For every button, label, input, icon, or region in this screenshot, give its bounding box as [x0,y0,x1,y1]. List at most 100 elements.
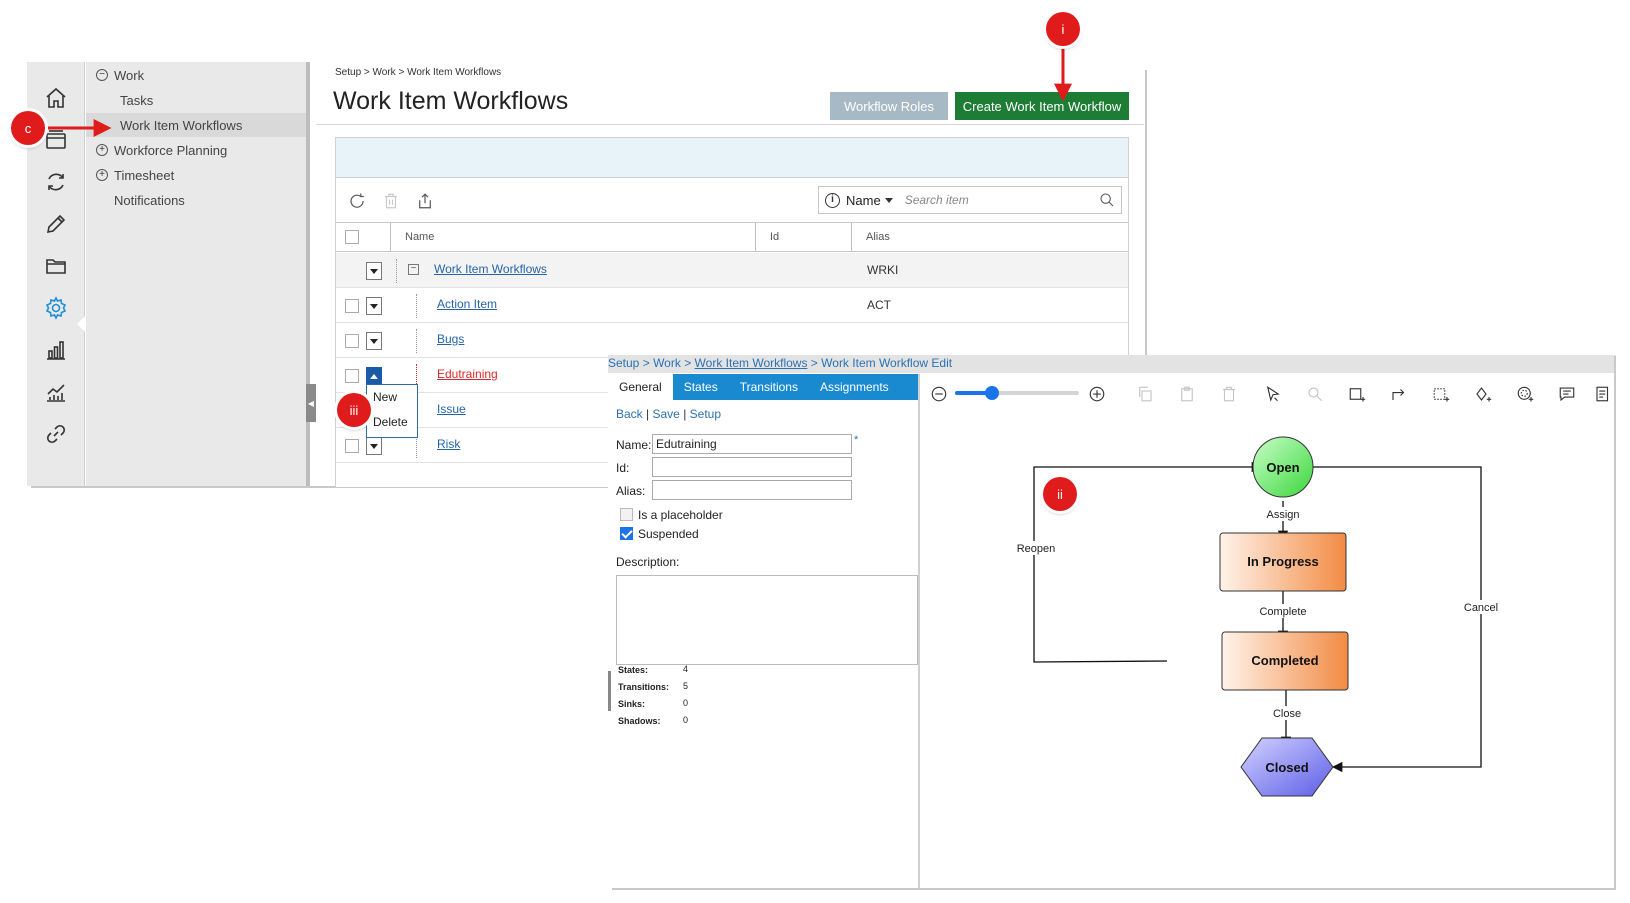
nav-item-work[interactable]: − Work [86,63,306,87]
collapse-icon[interactable]: − [408,264,419,275]
row-alias: ACT [867,298,891,312]
tab-states[interactable]: States [673,374,729,400]
breadcrumb-work-item-workflows[interactable]: Work Item Workflows [695,356,808,370]
placeholder-label: Is a placeholder [638,508,723,522]
row-name-link[interactable]: Risk [437,437,460,451]
nav-item-work-item-workflows[interactable]: Work Item Workflows [86,113,306,137]
row-menu-button[interactable] [366,297,382,315]
placeholder-checkbox[interactable] [620,508,633,521]
create-work-item-workflow-button[interactable]: Create Work Item Workflow [955,92,1129,120]
id-field[interactable] [652,457,852,477]
row-menu-button[interactable] [366,437,382,455]
paste-icon[interactable] [1176,383,1198,405]
zoom-in-icon[interactable] [1086,383,1108,405]
menu-item-delete[interactable]: Delete [367,410,417,435]
row-name-link[interactable]: Edutraining [437,367,498,381]
zoom-out-icon[interactable] [928,383,950,405]
transition-complete-label[interactable]: Complete [1259,606,1306,618]
expand-icon[interactable]: + [96,144,108,156]
tab-assignments[interactable]: Assignments [809,374,900,400]
stat-value: 0 [683,715,689,725]
row-name-link[interactable]: Work Item Workflows [434,262,547,276]
pointer-select-icon[interactable] [1262,383,1284,405]
breadcrumb-work[interactable]: Work [653,356,681,370]
panel-splitter[interactable] [306,62,310,486]
select-all-checkbox[interactable] [345,230,359,244]
row-name-link[interactable]: Issue [437,402,466,416]
row-checkbox[interactable] [345,369,359,383]
stat-label: Sinks: [618,699,646,709]
gear-icon[interactable] [42,294,70,322]
transition-reopen-label[interactable]: Reopen [1017,543,1056,555]
nav-item-workforce-planning[interactable]: + Workforce Planning [86,138,306,162]
folder-icon[interactable] [42,252,70,280]
add-shadow-icon[interactable] [1472,383,1494,405]
pencil-icon[interactable] [42,210,70,238]
bar-chart-icon[interactable] [42,336,70,364]
suspended-checkbox[interactable] [620,527,633,540]
add-group-icon[interactable] [1514,383,1536,405]
column-header-name[interactable]: Name [391,223,756,251]
row-name-link[interactable]: Action Item [437,297,497,311]
delete-icon[interactable] [380,190,402,212]
workflow-diagram[interactable]: Assign Complete Close Reopen Cancel Open… [920,420,1614,888]
row-checkbox[interactable] [345,439,359,453]
trash-icon[interactable] [1218,383,1240,405]
column-header-id[interactable]: Id [756,223,852,251]
add-transition-icon[interactable] [1388,383,1410,405]
transition-close-label[interactable]: Close [1273,708,1301,720]
workflow-roles-button[interactable]: Workflow Roles [830,92,948,120]
alias-field[interactable] [652,480,852,500]
add-comment-icon[interactable] [1556,383,1578,405]
column-header-alias[interactable]: Alias [852,223,1128,251]
info-icon[interactable]: i [825,192,840,208]
row-checkbox[interactable] [345,334,359,348]
table-row[interactable]: Action Item ACT [336,288,1128,323]
nav-item-notifications[interactable]: Notifications [86,188,306,212]
link-icon[interactable] [42,420,70,448]
stat-value: 0 [683,698,689,708]
table-row[interactable]: − Work Item Workflows WRKI [336,253,1128,288]
alias-label: Alias: [616,484,646,498]
tab-general[interactable]: General [608,374,673,400]
id-label: Id: [616,461,630,475]
nav-item-timesheet[interactable]: + Timesheet [86,163,306,187]
zoom-region-icon[interactable] [1304,383,1326,405]
search-field-selector[interactable]: Name [846,193,881,208]
layers-icon[interactable] [42,126,70,154]
nav-item-tasks[interactable]: Tasks [86,88,306,112]
add-state-icon[interactable] [1346,383,1368,405]
description-textarea[interactable] [616,575,918,665]
row-checkbox[interactable] [345,299,359,313]
row-menu-button[interactable] [366,367,382,385]
page-title: Work Item Workflows [333,87,569,115]
transition-assign-label[interactable]: Assign [1266,509,1299,521]
tab-transitions[interactable]: Transitions [729,374,809,400]
row-menu-button[interactable] [366,332,382,350]
breadcrumb-setup[interactable]: Setup [608,356,639,370]
transition-cancel-label[interactable]: Cancel [1464,602,1498,614]
line-chart-icon[interactable] [42,378,70,406]
export-icon[interactable] [414,190,436,212]
menu-item-new[interactable]: New [367,385,417,410]
refresh-cycle-icon[interactable] [42,168,70,196]
collapse-panel-button[interactable]: ◀ [306,384,316,422]
transition-cancel-edge[interactable] [1313,466,1482,773]
home-icon[interactable] [42,84,70,112]
save-link[interactable]: Save [653,407,680,421]
collapse-icon[interactable]: − [96,69,108,81]
row-name-link[interactable]: Bugs [437,332,464,346]
back-link[interactable]: Back [616,407,643,421]
refresh-icon[interactable] [346,190,368,212]
add-sink-icon[interactable] [1430,383,1452,405]
search-icon[interactable] [1099,192,1115,208]
table-row[interactable]: Bugs [336,323,1128,358]
copy-icon[interactable] [1134,383,1156,405]
setup-link[interactable]: Setup [690,407,721,421]
expand-icon[interactable]: + [96,169,108,181]
name-field[interactable]: Edutraining [652,434,852,454]
search-input[interactable] [904,193,1095,207]
row-menu-button[interactable] [366,262,382,280]
chevron-down-icon[interactable] [884,197,893,203]
add-note-icon[interactable] [1592,383,1614,405]
